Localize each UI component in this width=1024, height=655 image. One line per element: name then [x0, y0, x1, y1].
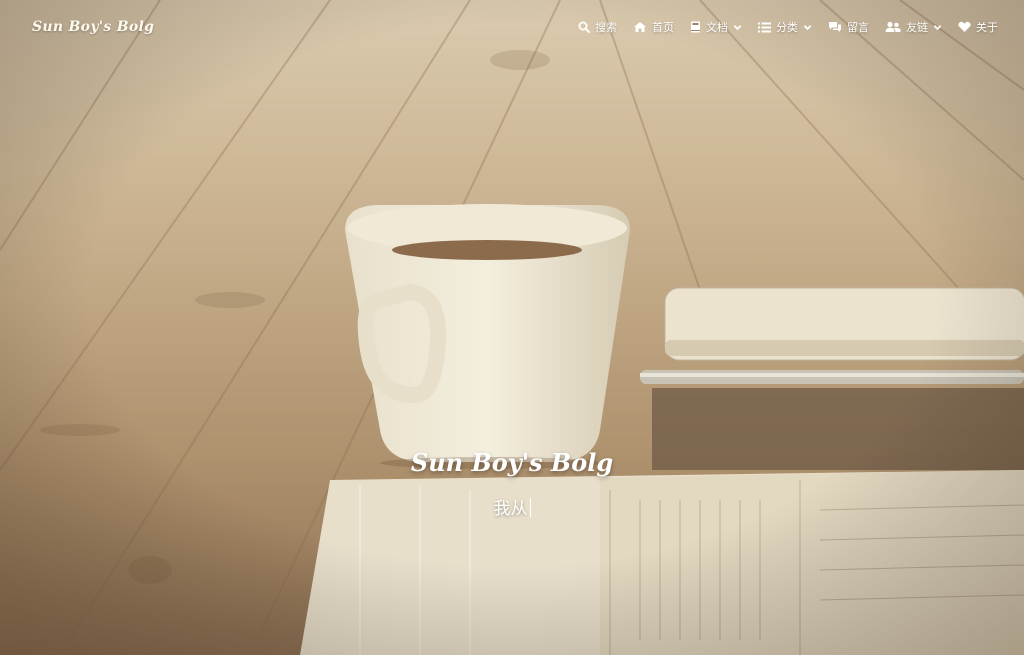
home-icon — [633, 21, 647, 33]
nav-item-friends[interactable]: 友链 — [885, 19, 942, 35]
nav-item-guestbook[interactable]: 留言 — [828, 19, 869, 35]
typing-cursor — [529, 498, 531, 517]
site-brand-link[interactable]: Sun Boy's Bolg — [32, 19, 154, 35]
nav-menu: 搜索 首页 文档 分类 留言 友链 关于 — [578, 19, 998, 35]
book-icon — [690, 21, 701, 33]
nav-item-search[interactable]: 搜索 — [578, 19, 617, 35]
chevron-down-icon — [733, 23, 742, 32]
hero-title: Sun Boy's Bolg — [410, 448, 614, 477]
nav-item-label: 关于 — [976, 21, 998, 34]
nav-item-label: 文档 — [706, 21, 728, 34]
top-navbar: Sun Boy's Bolg 搜索 首页 文档 分类 留言 友链 关于 — [0, 0, 1024, 54]
heart-icon — [958, 21, 971, 33]
chevron-down-icon — [803, 23, 812, 32]
nav-item-label: 首页 — [652, 21, 674, 34]
comments-icon — [828, 21, 842, 33]
nav-item-categories[interactable]: 分类 — [758, 19, 812, 35]
nav-item-label: 搜索 — [595, 21, 617, 34]
nav-item-docs[interactable]: 文档 — [690, 19, 742, 35]
nav-item-label: 留言 — [847, 21, 869, 34]
list-icon — [758, 22, 771, 33]
chevron-down-icon — [933, 23, 942, 32]
nav-item-label: 友链 — [906, 21, 928, 34]
hero-subtitle: 我从 — [0, 494, 1024, 519]
search-icon — [578, 21, 590, 33]
users-icon — [885, 21, 901, 33]
nav-item-about[interactable]: 关于 — [958, 19, 998, 35]
nav-item-home[interactable]: 首页 — [633, 19, 674, 35]
nav-item-label: 分类 — [776, 21, 798, 34]
hero-background-image — [0, 0, 1024, 655]
typed-subtitle-text: 我从 — [493, 499, 528, 519]
